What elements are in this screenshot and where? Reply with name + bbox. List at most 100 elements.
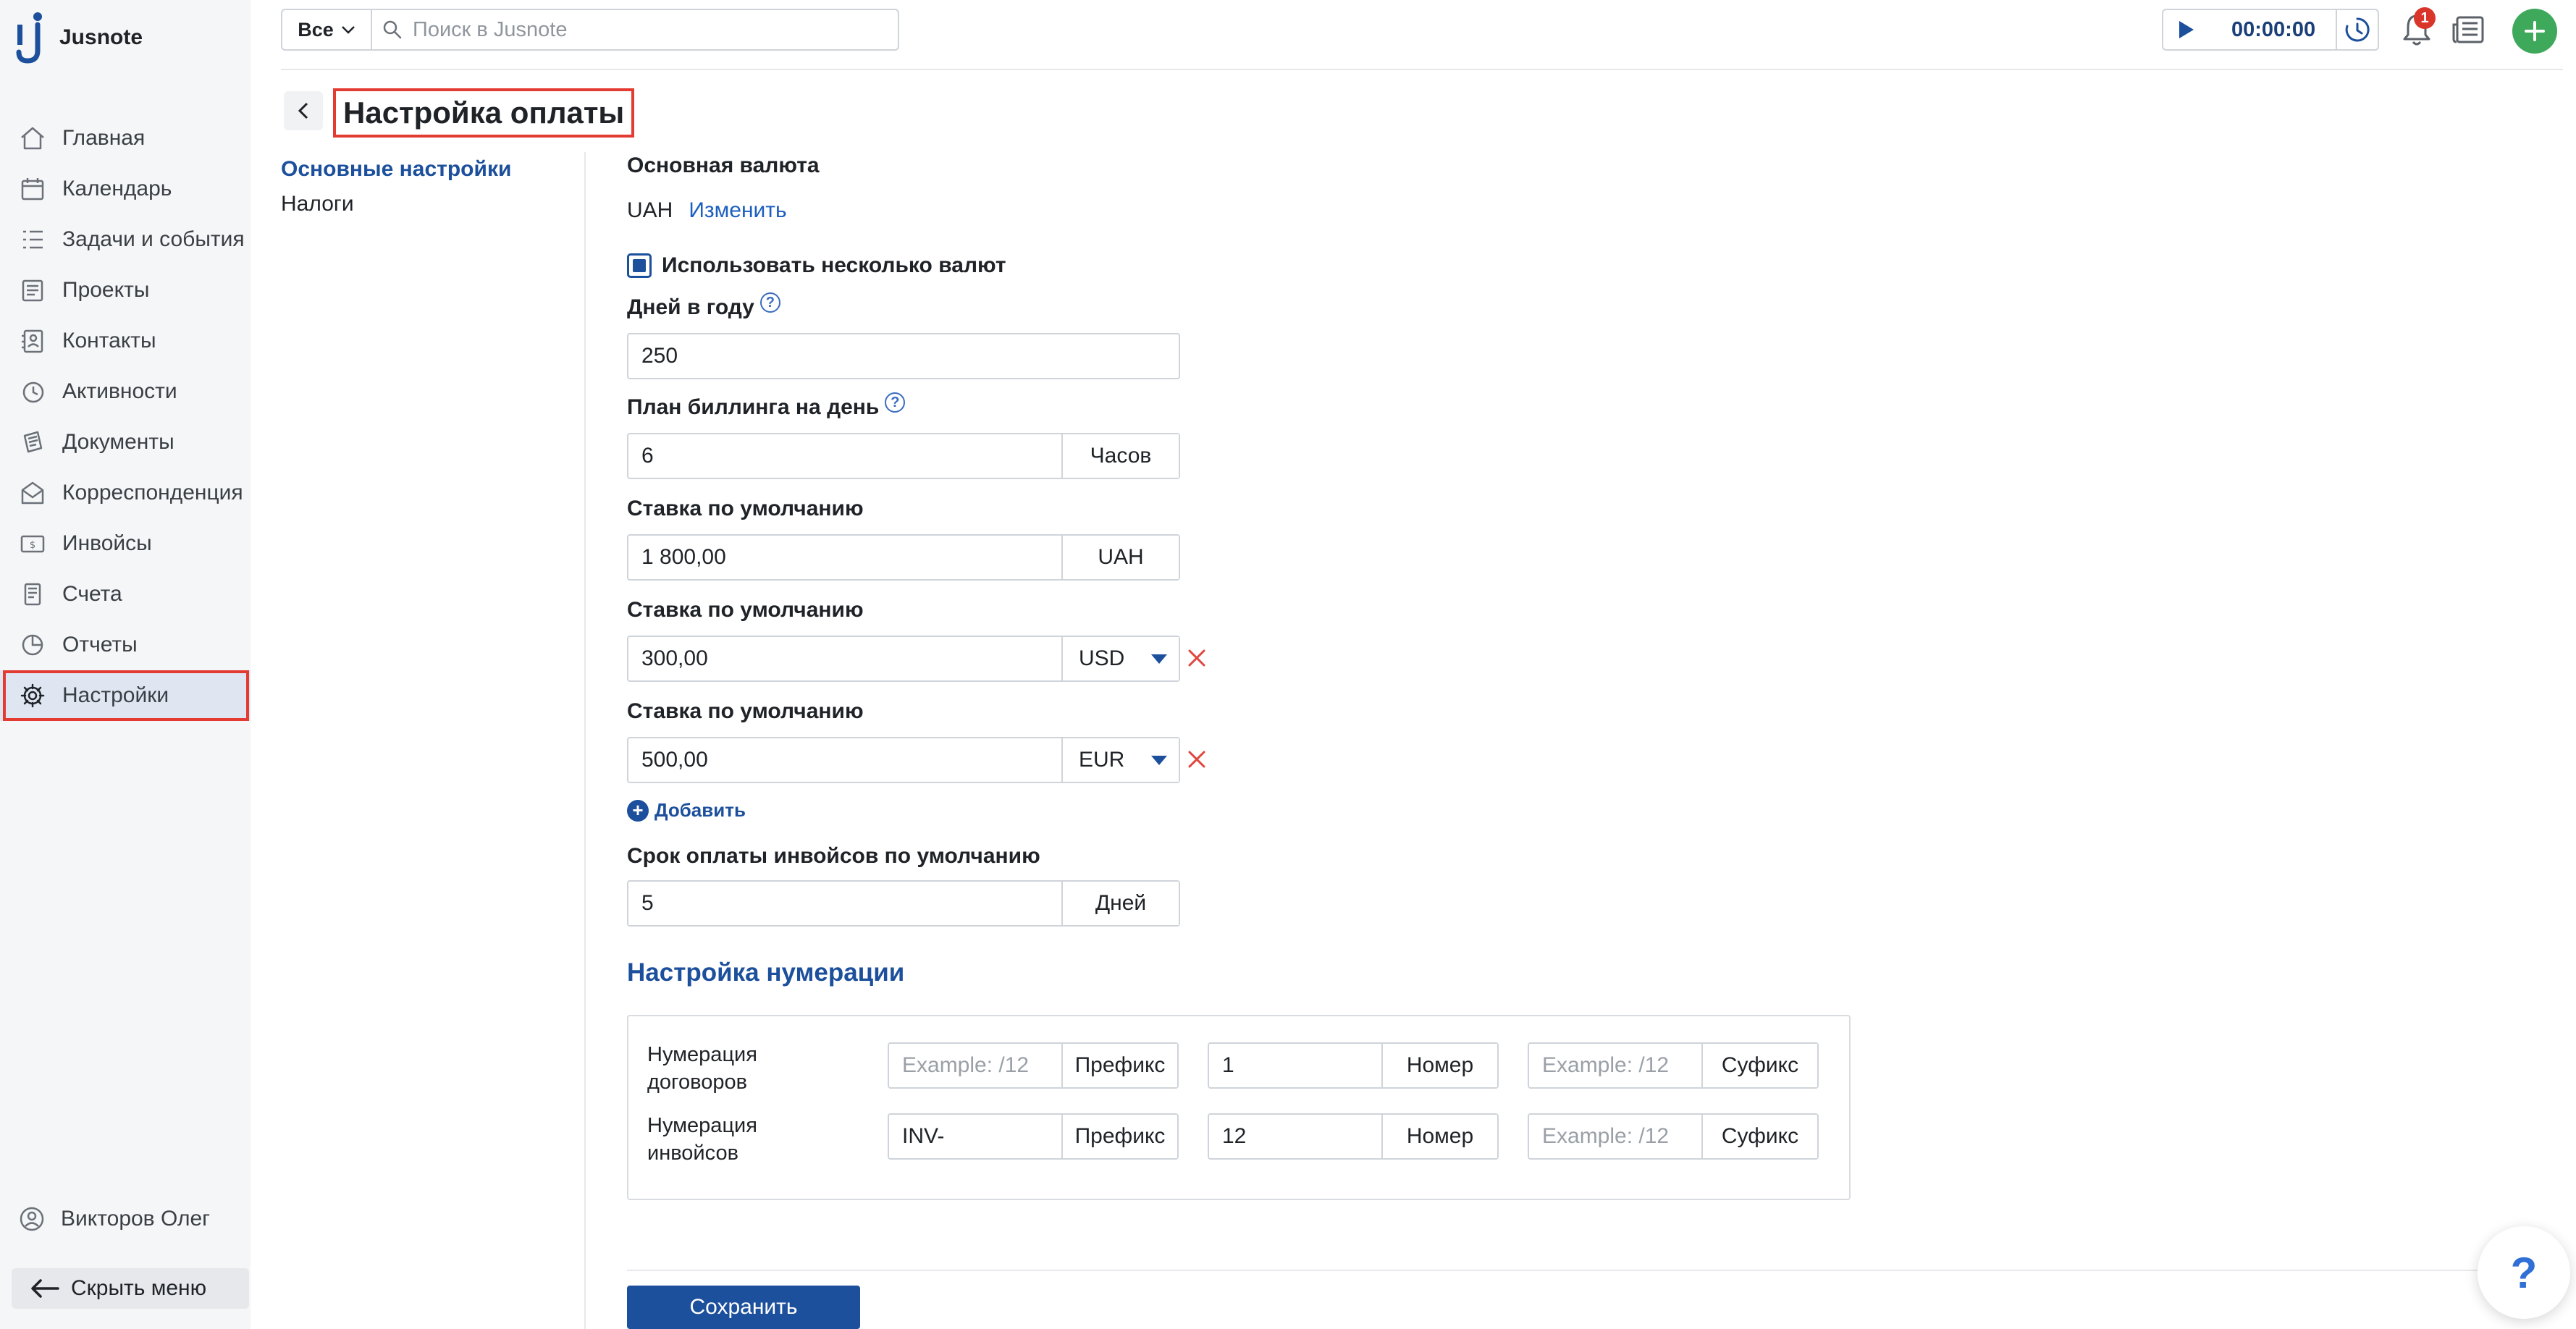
- payment-term-input[interactable]: [628, 882, 1061, 925]
- sidebar-item-bills[interactable]: Счета: [0, 569, 251, 620]
- app-logo[interactable]: Jusnote: [16, 10, 143, 65]
- rate-currency-value: EUR: [1079, 748, 1125, 772]
- default-rate-input[interactable]: [628, 536, 1061, 579]
- add-rate-label: Добавить: [654, 799, 746, 821]
- prefix-input[interactable]: [889, 1044, 1061, 1087]
- prefix-addon: Префикс: [1061, 1044, 1177, 1087]
- plus-circle-icon: +: [627, 799, 649, 822]
- number-addon: Номер: [1381, 1044, 1497, 1087]
- sidebar-item-home[interactable]: Главная: [0, 113, 251, 164]
- sidebar-item-settings[interactable]: Настройки: [0, 670, 251, 721]
- subnav-divider: [584, 152, 586, 1329]
- default-rate-input[interactable]: [628, 637, 1061, 680]
- remove-rate-icon[interactable]: [1184, 747, 1209, 772]
- help-icon[interactable]: ?: [885, 392, 906, 413]
- topbar-divider: [281, 69, 2563, 70]
- sidebar-item-contacts[interactable]: Контакты: [0, 316, 251, 366]
- rate-currency-value: USD: [1079, 646, 1125, 670]
- mail-icon: [21, 481, 44, 505]
- payment-term-field: Дней: [627, 880, 1180, 927]
- default-rate-label: Ставка по умолчанию: [627, 497, 864, 520]
- sidebar-item-label: Отчеты: [62, 633, 138, 657]
- search-scope-select[interactable]: Все: [281, 9, 371, 51]
- subnav-item-taxes[interactable]: Налоги: [281, 187, 511, 222]
- sidebar-item-calendar[interactable]: Календарь: [0, 164, 251, 214]
- sidebar: Jusnote Главная Календарь Задачи и события…: [0, 0, 251, 1329]
- sidebar-item-projects[interactable]: Проекты: [0, 265, 251, 316]
- sidebar-item-activity[interactable]: Активности: [0, 366, 251, 417]
- caret-down-icon: [1151, 755, 1167, 765]
- sidebar-item-reports[interactable]: Отчеты: [0, 620, 251, 670]
- suffix-addon: Суфикс: [1701, 1044, 1817, 1087]
- sidebar-item-tasks[interactable]: Задачи и события: [0, 214, 251, 265]
- billing-plan-label-row: План биллинга на день ?: [627, 392, 906, 420]
- add-rate-button[interactable]: + Добавить: [627, 799, 746, 822]
- rate-currency-select[interactable]: EUR: [1061, 738, 1179, 782]
- jusnote-logo-icon: [16, 12, 42, 64]
- user-profile[interactable]: Викторов Олег: [19, 1206, 210, 1232]
- notification-count-badge: 1: [2414, 7, 2436, 29]
- suffix-input[interactable]: [1529, 1044, 1701, 1087]
- user-name: Викторов Олег: [61, 1207, 211, 1231]
- remove-rate-icon[interactable]: [1184, 646, 1209, 670]
- numbering-row-label: Нумерация договоров: [647, 1043, 757, 1094]
- caret-down-icon: [1151, 654, 1167, 664]
- sidebar-item-mail[interactable]: Корреспонденция: [0, 468, 251, 518]
- help-button[interactable]: ?: [2478, 1226, 2570, 1319]
- back-button[interactable]: [284, 91, 323, 130]
- base-currency-row: UAH Изменить: [627, 198, 787, 223]
- sidebar-item-label: Корреспонденция: [62, 481, 243, 505]
- calendar-icon: [21, 178, 44, 201]
- user-icon: [20, 1207, 44, 1231]
- sidebar-item-label: Настройки: [62, 683, 169, 707]
- number-input[interactable]: [1209, 1115, 1381, 1158]
- settings-subnav: Основные настройки Налоги: [281, 152, 511, 222]
- number-addon: Номер: [1381, 1115, 1497, 1158]
- sidebar-item-label: Документы: [62, 430, 174, 454]
- suffix-field: Суфикс: [1528, 1042, 1819, 1089]
- days-per-year-field: [627, 333, 1180, 379]
- default-rate-field: USD: [627, 636, 1180, 682]
- sidebar-item-label: Инвойсы: [62, 531, 152, 555]
- sidebar-item-invoice[interactable]: $ Инвойсы: [0, 518, 251, 569]
- numbering-box: Нумерация договоров Префикс Номер Суфикс…: [627, 1015, 1851, 1200]
- days-per-year-label: Дней в году: [627, 295, 754, 319]
- billing-plan-unit: Часов: [1061, 434, 1179, 478]
- search-scope-label: Все: [298, 18, 334, 41]
- billing-plan-label: План биллинга на день: [627, 395, 880, 419]
- change-currency-link[interactable]: Изменить: [689, 198, 786, 223]
- multi-currency-checkbox[interactable]: [627, 253, 652, 278]
- contacts-icon: [22, 329, 43, 353]
- hide-menu-button[interactable]: Скрыть меню: [12, 1268, 249, 1309]
- timer: 00:00:00: [2162, 9, 2336, 51]
- save-button[interactable]: Сохранить: [627, 1286, 860, 1329]
- default-rate-input[interactable]: [628, 738, 1061, 782]
- numbering-row-label: Нумерация инвойсов: [647, 1114, 757, 1165]
- timer-history-button[interactable]: [2336, 9, 2379, 51]
- number-input[interactable]: [1209, 1044, 1381, 1087]
- sidebar-item-label: Счета: [62, 582, 122, 606]
- billing-plan-input[interactable]: [628, 434, 1061, 478]
- arrow-left-icon: [31, 1279, 59, 1298]
- subnav-item-main-settings[interactable]: Основные настройки: [281, 152, 511, 187]
- suffix-input[interactable]: [1529, 1115, 1701, 1158]
- play-icon[interactable]: [2176, 20, 2195, 40]
- suffix-addon: Суфикс: [1701, 1115, 1817, 1158]
- search-input[interactable]: [413, 17, 876, 42]
- rate-currency-select[interactable]: USD: [1061, 637, 1179, 680]
- tasks-icon: [23, 230, 43, 249]
- create-new-button[interactable]: [2512, 9, 2557, 54]
- days-per-year-input[interactable]: [628, 334, 1179, 378]
- plus-icon: [2525, 21, 2545, 41]
- sidebar-item-label: Контакты: [62, 329, 156, 353]
- form-footer-divider: [627, 1270, 2567, 1271]
- sidebar-item-documents[interactable]: Документы: [0, 417, 251, 468]
- news-icon[interactable]: [2451, 14, 2485, 45]
- svg-text:$: $: [30, 540, 35, 551]
- payment-term-unit: Дней: [1061, 882, 1179, 925]
- days-per-year-label-row: Дней в году ?: [627, 292, 780, 320]
- prefix-input[interactable]: [889, 1115, 1061, 1158]
- settings-icon: [20, 683, 45, 708]
- help-icon[interactable]: ?: [759, 292, 780, 313]
- timer-value: 00:00:00: [2231, 17, 2316, 41]
